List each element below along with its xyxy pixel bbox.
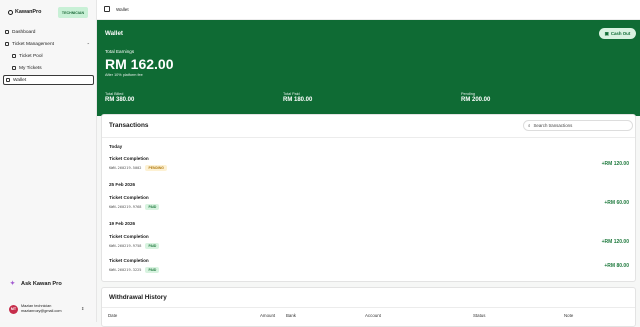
sidebar-item-label: Ticket Management [12,41,54,47]
stat-pending: Pending RM 200.00 [461,92,490,103]
role-badge: TECHNICIAN [58,7,88,18]
divider [102,307,635,308]
sidebar-item-label: My Tickets [19,65,42,71]
transaction-row[interactable]: Ticket Completion KWN-260219-9758 PAID +R… [109,234,631,249]
list-icon [12,66,16,70]
stat-label: Total Billed [105,92,124,96]
user-email: mazianrozy@gmail.com [21,309,62,313]
withdrawal-heading: Withdrawal History [109,294,167,301]
pool-icon [12,54,16,58]
withdrawal-history-card: Withdrawal History Date Amount Bank Acco… [101,287,636,327]
brand-name: KawanPro [15,9,42,15]
stat-value: RM 200.00 [461,97,491,103]
transaction-amount: +RM 120.00 [601,161,629,167]
wallet-heading: Wallet [105,30,123,37]
transaction-name: Ticket Completion [109,156,149,161]
search-input[interactable]: ⌕ Search transactions [523,120,633,131]
column-header-note: Note [564,313,574,318]
ticket-id: KWN-260219-9768 [109,205,142,209]
ticket-id: KWN-260219-3225 [109,268,142,272]
cash-icon: ▣ [604,30,609,36]
transaction-amount: +RM 80.00 [604,263,629,269]
ask-kawan-pro-button[interactable]: ✦ Ask Kawan Pro [10,280,62,288]
column-header-account: Account [365,313,381,318]
fee-note: After 10% platform fee [105,73,143,77]
group-date: Today [109,144,123,149]
stat-total-billed: Total Billed RM 380.00 [105,92,134,103]
sidebar-item-ticket-management[interactable]: Ticket Management ⌃ [3,39,94,49]
sidebar-item-label: Dashboard [12,29,36,35]
transaction-amount: +RM 60.00 [604,200,629,206]
search-icon: ⌕ [528,123,531,128]
group-date: 25 Feb 2026 [109,182,136,187]
transaction-row[interactable]: Ticket Completion KWN-260219-3225 PAID +R… [109,258,631,273]
sidebar-toggle-icon[interactable] [104,6,110,12]
status-badge: PAID [145,243,160,249]
topbar: Wallet [97,0,640,20]
transaction-name: Ticket Completion [109,195,149,200]
ask-label: Ask Kawan Pro [21,280,62,287]
group-date: 19 Feb 2026 [109,221,136,226]
divider [102,137,635,138]
sidebar-item-wallet[interactable]: Wallet [3,75,94,85]
sidebar-item-dashboard[interactable]: Dashboard [3,27,94,37]
transaction-name: Ticket Completion [109,258,149,263]
stat-label: Total Paid [283,92,300,96]
column-header-amount: Amount [260,313,276,318]
total-earnings-label: Total Earnings [105,49,135,54]
sidebar-item-label: Wallet [13,77,27,83]
total-earnings-value: RM 162.00 [105,56,174,72]
transaction-name: Ticket Completion [109,234,149,239]
search-placeholder: Search transactions [533,123,573,128]
chevron-up-icon: ⌃ [86,41,90,47]
column-header-date: Date [108,313,118,318]
sidebar-item-my-tickets[interactable]: My Tickets [10,63,94,73]
cash-out-label: Cash Out [610,31,631,36]
transaction-row[interactable]: Ticket Completion KWN-260219-5002 PENDING… [109,156,631,171]
sidebar-item-ticket-pool[interactable]: Ticket Pool [10,51,94,61]
transaction-amount: +RM 120.00 [601,239,629,245]
ticket-id: KWN-260219-9758 [109,244,142,248]
transactions-card: Transactions ⌕ Search transactions Today … [101,114,636,282]
stat-label: Pending [461,92,475,96]
cash-out-button[interactable]: ▣ Cash Out [599,28,636,39]
sidebar: KawanPro TECHNICIAN Dashboard Ticket Man… [0,0,97,322]
transaction-row[interactable]: Ticket Completion KWN-260219-9768 PAID +R… [109,195,631,210]
status-badge: PAID [145,204,160,210]
dashboard-icon [5,30,9,34]
transactions-heading: Transactions [109,122,149,129]
stat-total-paid: Total Paid RM 180.00 [283,92,312,103]
status-badge: PAID [145,267,160,273]
wallet-icon [6,78,10,82]
status-badge: PENDING [145,165,167,171]
ticket-id: KWN-260219-5002 [109,166,142,170]
stat-value: RM 380.00 [105,97,135,103]
column-header-status: Status [473,313,486,318]
brand[interactable]: KawanPro [8,9,41,15]
sparkle-icon: ✦ [10,281,16,287]
column-header-bank: Bank [286,313,297,318]
wallet-summary: Wallet ▣ Cash Out Total Earnings RM 162.0… [97,20,640,116]
ticket-icon [5,42,9,46]
avatar: MT [9,304,18,314]
sidebar-item-label: Ticket Pool [19,53,43,59]
chevron-updown-icon[interactable]: ⇕ [81,306,84,311]
stat-value: RM 180.00 [283,97,313,103]
brand-logo-icon [8,9,13,15]
user-menu[interactable]: MT Mazian technician mazianrozy@gmail.com [9,304,62,314]
page-title: Wallet [116,7,129,12]
